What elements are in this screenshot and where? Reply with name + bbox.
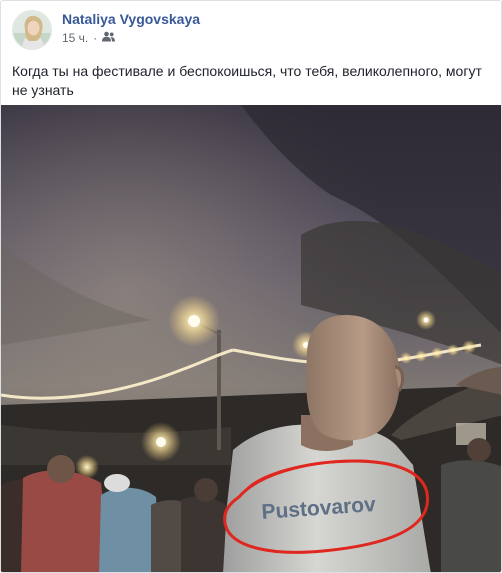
post-timestamp[interactable]: 15 ч.	[62, 31, 88, 45]
meta-separator: ·	[93, 31, 98, 45]
festival-photo: Pustovarov	[1, 105, 501, 572]
author-avatar[interactable]	[12, 10, 52, 50]
post-text: Когда ты на фестивале и беспокоишься, чт…	[12, 63, 482, 98]
author-name[interactable]: Nataliya Vygovskaya	[62, 11, 200, 27]
post-header: Nataliya Vygovskaya 15 ч. ·	[1, 1, 501, 57]
post-photo[interactable]: Pustovarov	[1, 105, 501, 572]
facebook-post: Nataliya Vygovskaya 15 ч. · Когда ты на …	[0, 0, 502, 573]
post-meta: 15 ч. ·	[62, 31, 116, 45]
friends-icon[interactable]	[102, 31, 116, 45]
avatar-image	[13, 11, 51, 49]
